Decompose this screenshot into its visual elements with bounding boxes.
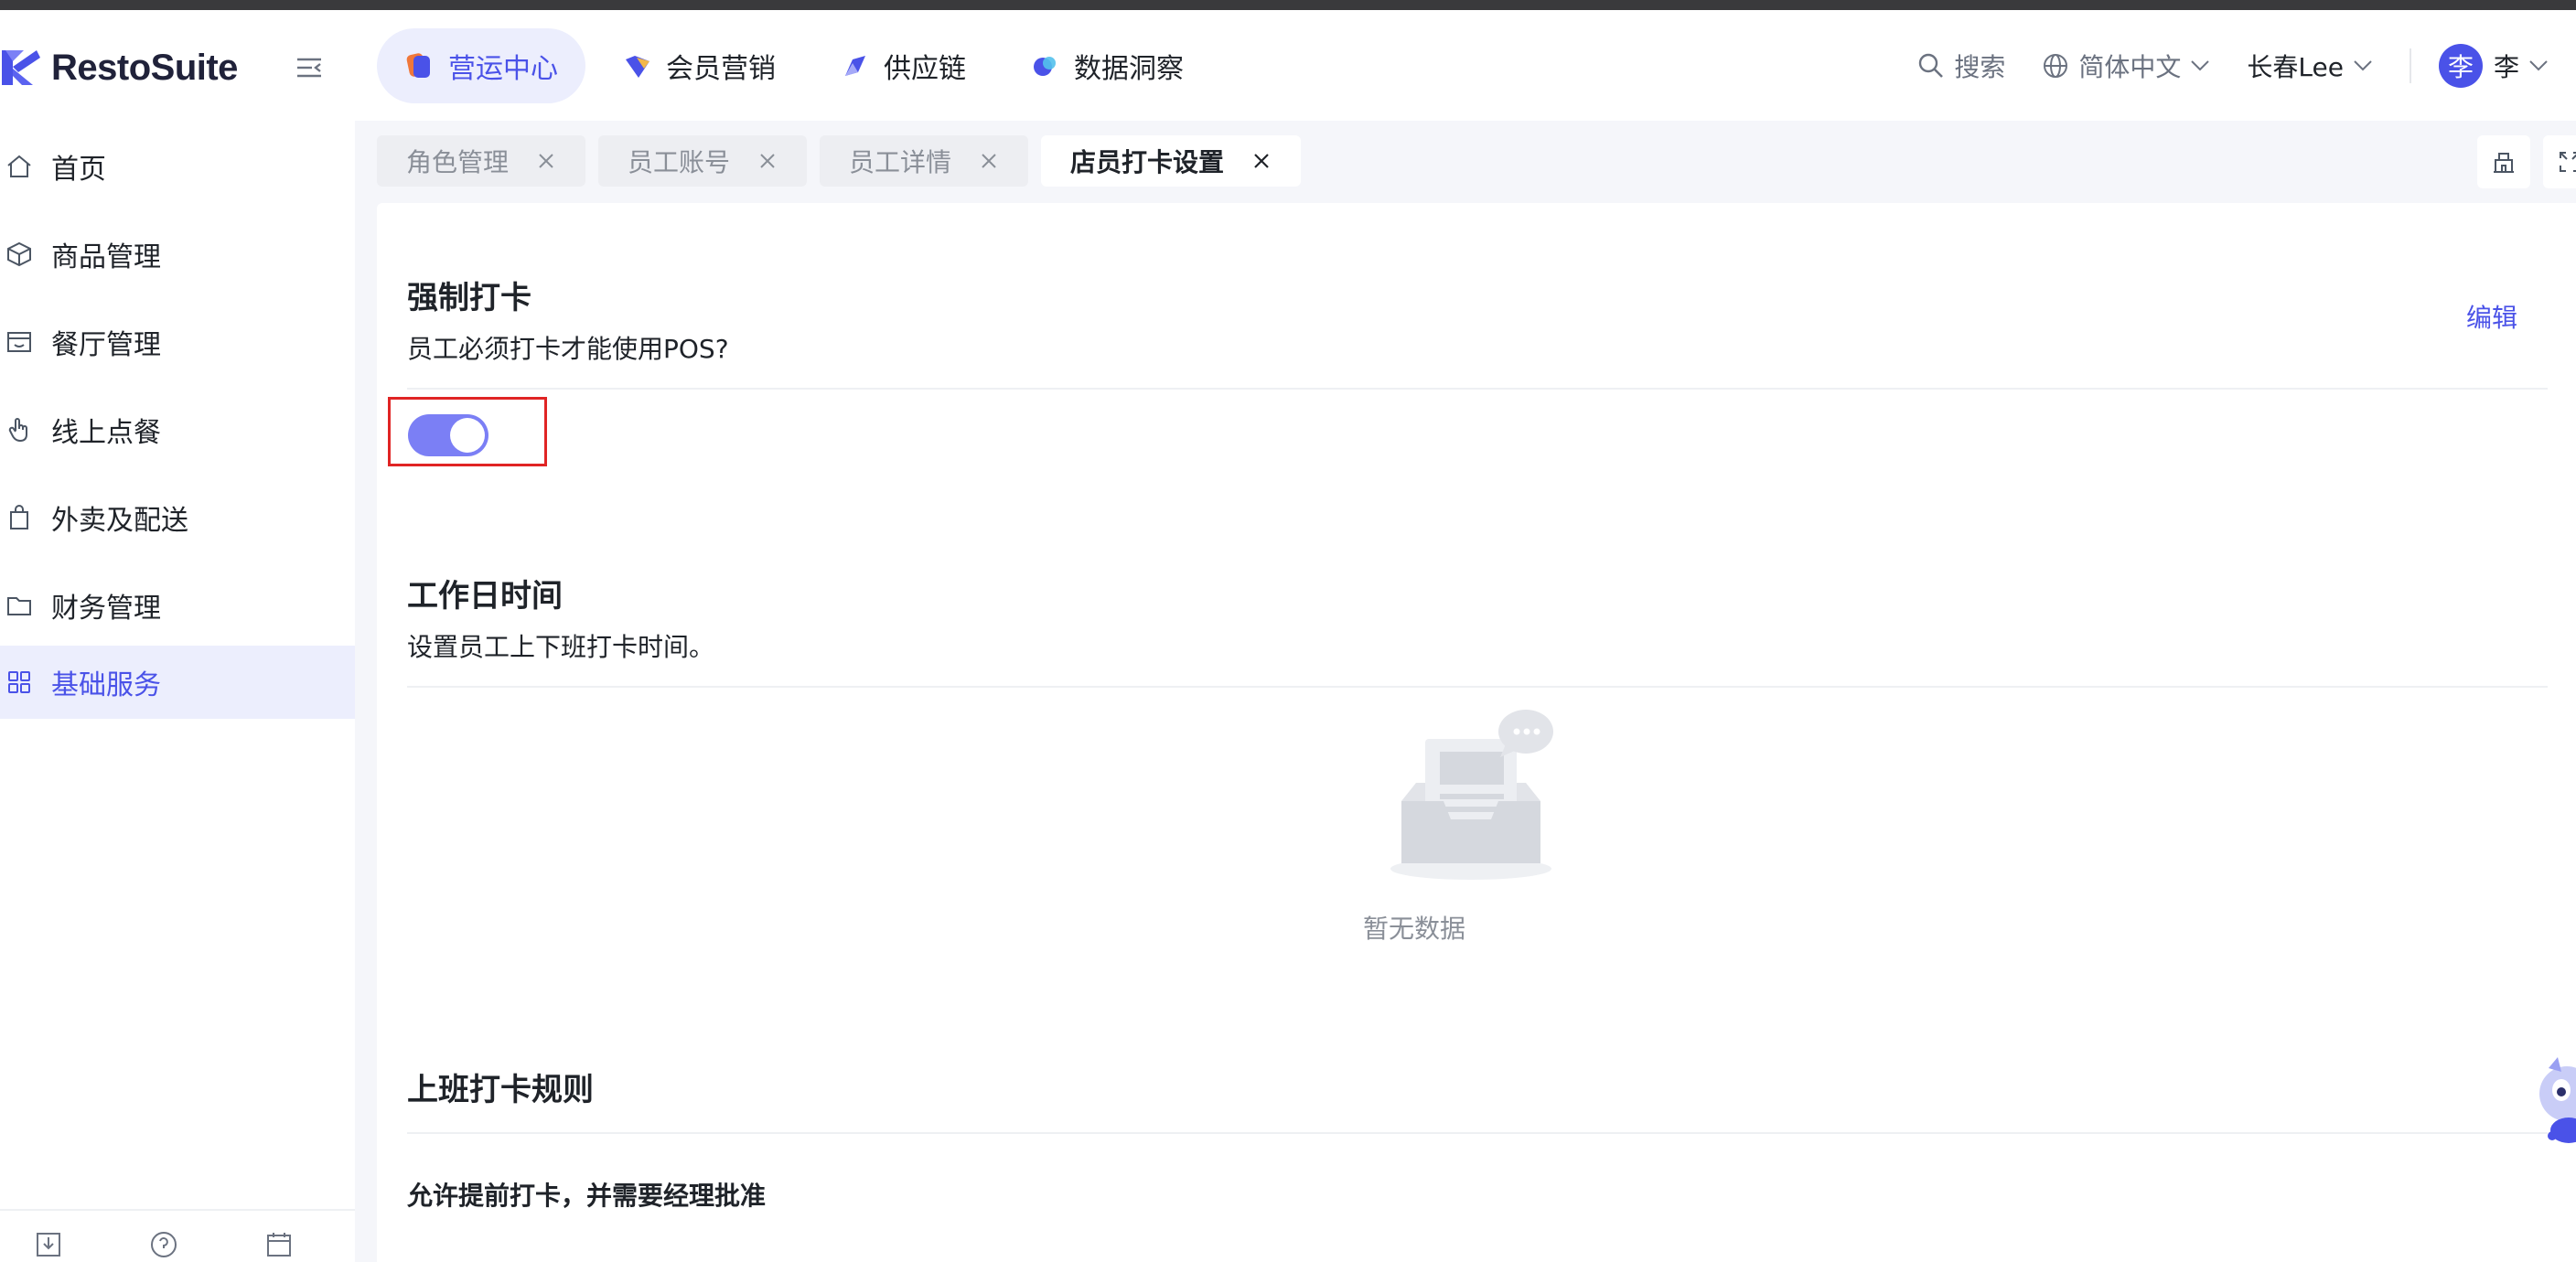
empty-inbox-icon xyxy=(1390,710,1553,880)
page-tabs: 角色管理 员工账号 员工详情 店员打卡设置 xyxy=(377,135,1314,188)
topnav-label: 供应链 xyxy=(884,53,966,85)
window-top-strip xyxy=(0,0,2576,10)
operations-center-icon xyxy=(406,53,430,78)
clock-in-rules-title: 上班打卡规则 xyxy=(407,1072,594,1108)
forced-clock-in-title: 强制打卡 xyxy=(407,280,531,316)
workday-time-title: 工作日时间 xyxy=(407,578,563,615)
expand-icon xyxy=(2560,152,2576,172)
settings-card: 强制打卡 员工必须打卡才能使用POS? 编辑 工作日时间 设置员工上下班打卡时间… xyxy=(377,203,2576,1262)
menu-collapse-icon xyxy=(297,58,321,78)
topnav-operations-center[interactable]: 营运中心 xyxy=(377,28,585,103)
member-marketing-icon xyxy=(626,56,649,78)
calendar-icon[interactable] xyxy=(263,1229,295,1260)
close-icon[interactable] xyxy=(1251,151,1272,171)
sidebar-item-label: 外卖及配送 xyxy=(51,505,188,537)
empty-state-text: 暂无数据 xyxy=(1362,914,1465,944)
sidebar-item-basic-services[interactable]: 基础服务 xyxy=(0,646,355,719)
sidebar-item-label: 餐厅管理 xyxy=(51,329,161,361)
restosuite-logo-icon xyxy=(2,50,40,85)
sidebar-bottom-bar xyxy=(0,1209,355,1262)
language-label: 简体中文 xyxy=(2078,52,2182,82)
language-selector[interactable]: 简体中文 xyxy=(2042,48,2210,84)
chevron-down-icon xyxy=(2529,60,2548,71)
tab-employee-accounts[interactable]: 员工账号 xyxy=(598,135,808,187)
assistant-mascot-icon[interactable] xyxy=(2530,1053,2576,1149)
early-clock-in-rule: 允许提前打卡，并需要经理批准 xyxy=(407,1181,767,1211)
forced-clock-in-description: 员工必须打卡才能使用POS? xyxy=(407,334,729,364)
sidebar-item-restaurants[interactable]: 餐厅管理 xyxy=(0,305,355,379)
box-icon xyxy=(7,241,31,267)
home-icon xyxy=(7,155,31,177)
globe-icon xyxy=(2044,54,2068,78)
data-insights-icon xyxy=(1034,57,1056,76)
bag-icon xyxy=(10,505,28,529)
tab-label: 店员打卡设置 xyxy=(1070,147,1225,177)
chevron-down-icon xyxy=(2191,60,2210,71)
grid-icon xyxy=(8,671,30,693)
search-button[interactable]: 搜索 xyxy=(1917,48,2005,84)
topnav-label: 数据洞察 xyxy=(1074,53,1184,85)
folder-icon xyxy=(7,597,31,615)
tab-role-management[interactable]: 角色管理 xyxy=(377,135,586,187)
sidebar-item-label: 财务管理 xyxy=(51,593,161,625)
supply-chain-icon xyxy=(845,56,865,76)
account-menu[interactable]: 李 李 xyxy=(2438,44,2549,88)
sidebar-item-label: 首页 xyxy=(51,154,106,186)
tab-label: 员工详情 xyxy=(849,147,952,177)
hand-pointer-icon xyxy=(8,418,27,443)
close-icon[interactable] xyxy=(757,151,778,171)
store-icon xyxy=(2494,153,2514,173)
section-divider xyxy=(407,388,2548,390)
close-icon[interactable] xyxy=(536,151,556,171)
brand-name: RestoSuite xyxy=(51,47,238,88)
store-user-selector[interactable]: 长春Lee xyxy=(2247,48,2373,84)
toggle-knob xyxy=(450,418,485,453)
download-icon[interactable] xyxy=(33,1229,64,1260)
topnav-data-insights[interactable]: 数据洞察 xyxy=(1003,28,1211,103)
topnav-member-marketing[interactable]: 会员营销 xyxy=(595,28,803,103)
tab-employee-details[interactable]: 员工详情 xyxy=(820,135,1029,187)
sidebar-item-delivery[interactable]: 外卖及配送 xyxy=(0,481,355,554)
topnav-supply-chain[interactable]: 供应链 xyxy=(812,28,993,103)
sidebar-collapse-button[interactable] xyxy=(291,52,327,83)
store-switch-button[interactable] xyxy=(2477,135,2530,188)
chevron-down-icon xyxy=(2354,60,2372,71)
section-divider xyxy=(407,1132,2548,1134)
sidebar-item-home[interactable]: 首页 xyxy=(0,130,355,203)
header-divider xyxy=(2409,48,2411,83)
user-name: 长春Lee xyxy=(2247,52,2344,82)
tab-clock-in-settings[interactable]: 店员打卡设置 xyxy=(1041,135,1302,187)
brand[interactable]: RestoSuite xyxy=(0,45,238,91)
section-divider xyxy=(407,686,2548,688)
topnav-label: 会员营销 xyxy=(666,53,776,85)
top-header: RestoSuite 营运中心 会员营销 供应链 数据洞察 搜索 简体中文 长春… xyxy=(0,10,2576,121)
avatar: 李 xyxy=(2438,44,2483,88)
sidebar-item-finance[interactable]: 财务管理 xyxy=(0,569,355,642)
top-nav: 营运中心 会员营销 供应链 数据洞察 xyxy=(377,28,1220,103)
workday-time-description: 设置员工上下班打卡时间。 xyxy=(407,632,715,662)
sidebar-item-products[interactable]: 商品管理 xyxy=(0,218,355,291)
sidebar-item-label: 基础服务 xyxy=(51,669,161,701)
tab-label: 员工账号 xyxy=(628,147,731,177)
close-icon[interactable] xyxy=(979,151,999,171)
avatar-name: 李 xyxy=(2493,52,2519,82)
sidebar-item-online-ordering[interactable]: 线上点餐 xyxy=(0,393,355,466)
sidebar: 首页 商品管理 餐厅管理 线上点餐 外卖及配送 财务管理 基础服务 xyxy=(0,121,355,1262)
header-right: 搜索 简体中文 长春Lee 李 李 xyxy=(1917,28,2576,103)
tab-tools xyxy=(2477,135,2576,188)
tab-label: 角色管理 xyxy=(406,147,510,177)
store-icon xyxy=(7,332,31,352)
edit-button[interactable]: 编辑 xyxy=(2466,298,2517,335)
search-icon xyxy=(1919,53,1944,78)
forced-clock-in-toggle[interactable] xyxy=(408,414,488,456)
search-label: 搜索 xyxy=(1954,52,2006,82)
sidebar-item-label: 线上点餐 xyxy=(51,417,161,449)
topnav-label: 营运中心 xyxy=(448,53,558,85)
fullscreen-button[interactable] xyxy=(2543,135,2576,188)
help-icon[interactable] xyxy=(148,1229,179,1260)
sidebar-item-label: 商品管理 xyxy=(51,241,161,273)
